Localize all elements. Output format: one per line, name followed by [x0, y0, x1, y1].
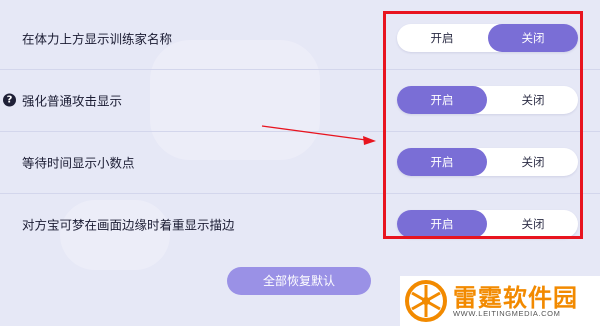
reset-all-default-button[interactable]: 全部恢复默认	[227, 267, 371, 295]
watermark-url: WWW.LEITINGMEDIA.COM	[453, 309, 561, 318]
watermark-logo-icon	[405, 280, 447, 322]
watermark: 雷霆软件园 WWW.LEITINGMEDIA.COM	[400, 276, 600, 326]
watermark-title: 雷霆软件园	[453, 284, 578, 312]
